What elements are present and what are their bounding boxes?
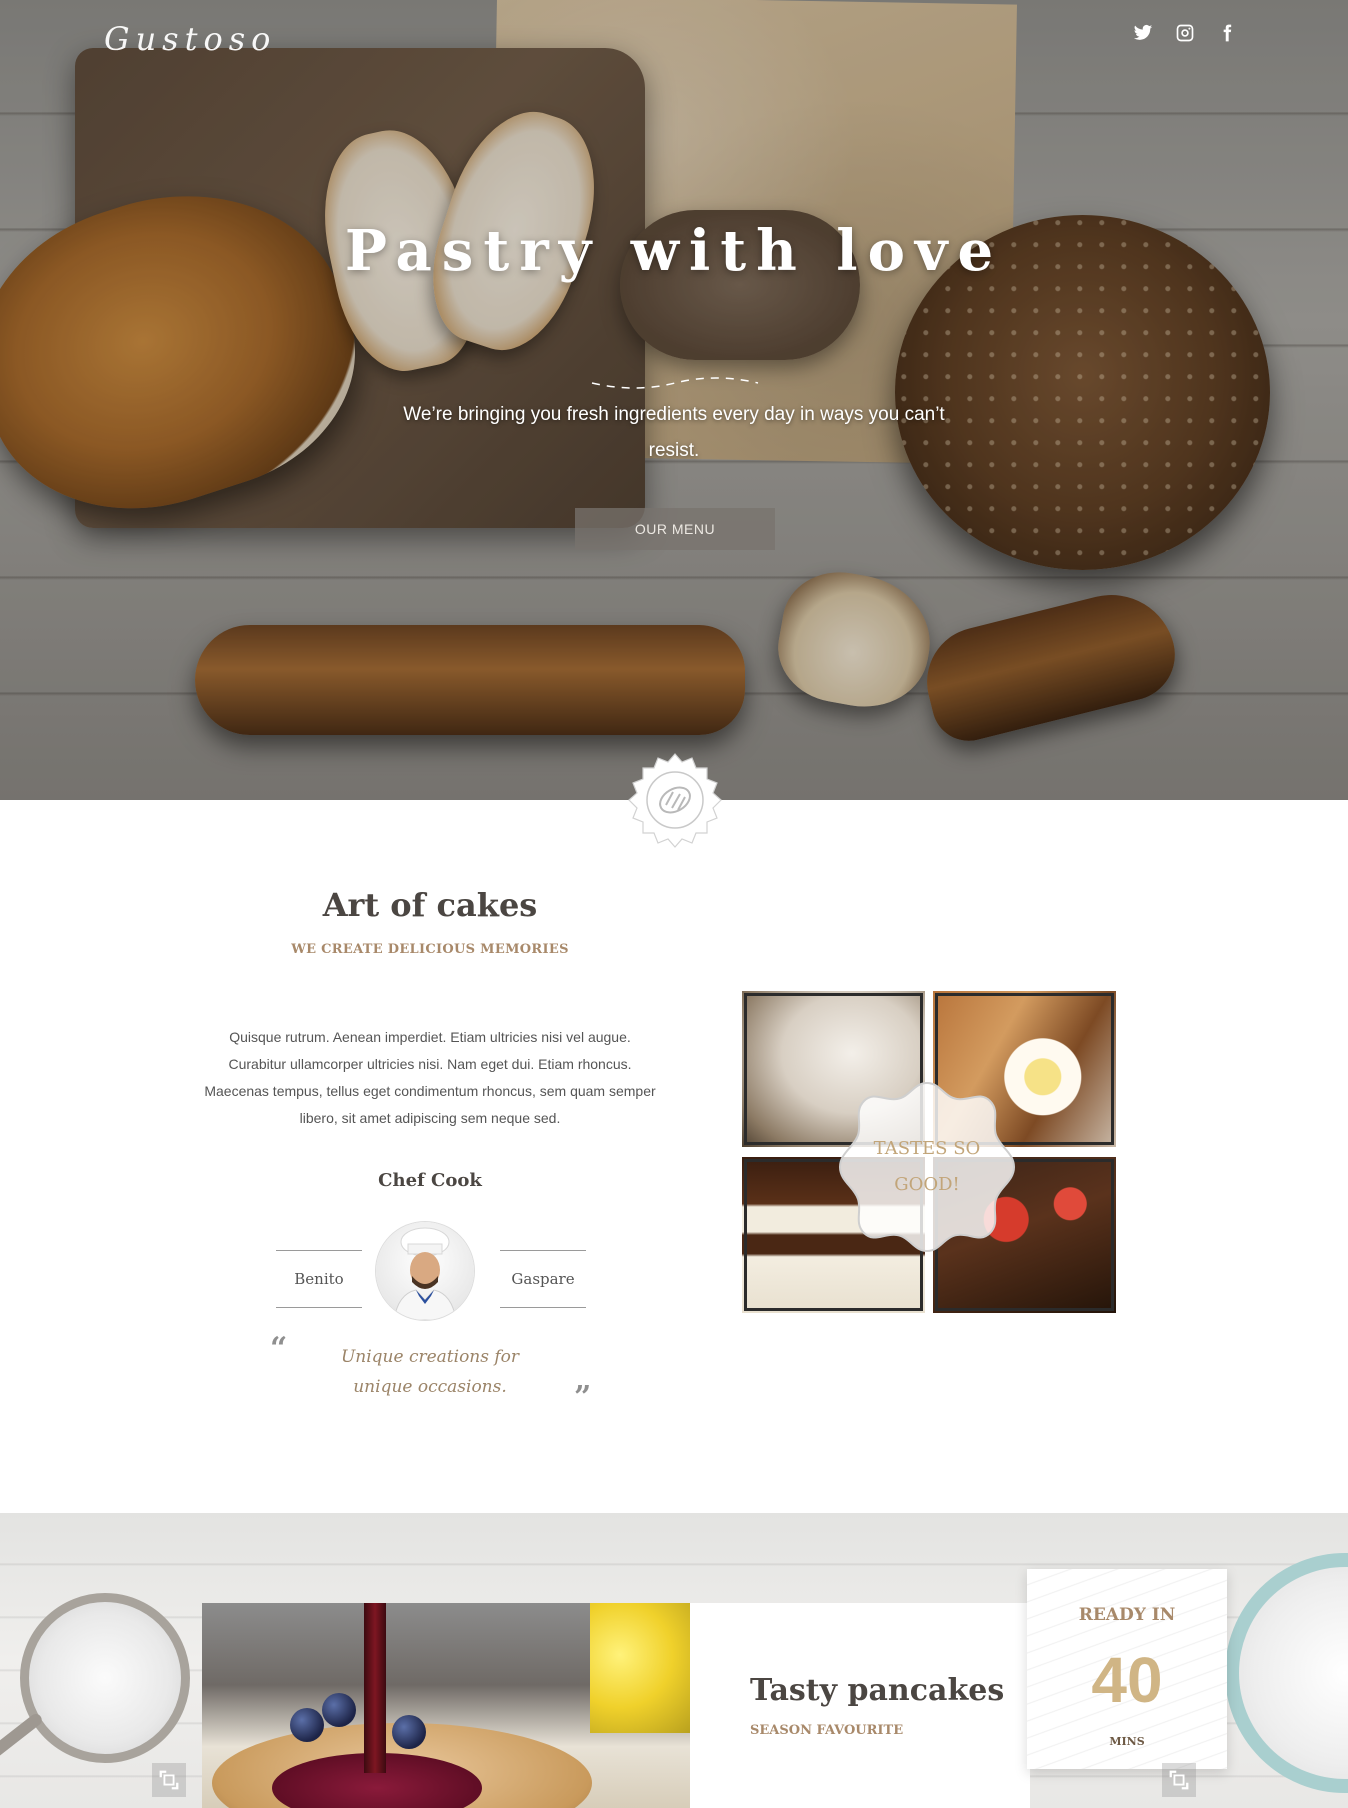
twitter-icon[interactable]: [1132, 22, 1154, 44]
cake-collage: TASTES SO GOOD!: [740, 989, 1118, 1315]
site-logo[interactable]: Gustoso: [104, 20, 276, 58]
about-title: Art of cakes: [322, 886, 538, 924]
chef-heading: Chef Cook: [378, 1170, 482, 1191]
quote-open-icon: “: [270, 1331, 288, 1366]
hero-section: Gustoso Pastry with love We’re bringing …: [0, 0, 1348, 800]
feature-card: Tasty pancakes SEASON FAVOURITE: [690, 1603, 1030, 1808]
hero-divider: [591, 377, 759, 389]
sieve-handle: [0, 1711, 45, 1777]
expand-icon[interactable]: [1162, 1763, 1196, 1797]
bread-seal-icon: [628, 753, 722, 848]
chef-first-name: Benito: [276, 1250, 362, 1308]
blueberry: [392, 1715, 426, 1749]
ready-time-card: READY IN 40 MINS: [1027, 1569, 1227, 1769]
lemon-slice: [590, 1603, 690, 1733]
feature-section: Tasty pancakes SEASON FAVOURITE READY IN…: [0, 1513, 1348, 1808]
hero-subtitle: We’re bringing you fresh ingredients eve…: [403, 404, 945, 461]
tastes-good-badge: TASTES SO GOOD!: [832, 1077, 1022, 1257]
expand-icon[interactable]: [152, 1763, 186, 1797]
ready-unit: MINS: [1109, 1735, 1145, 1748]
blueberry: [322, 1693, 356, 1727]
facebook-icon[interactable]: [1216, 22, 1238, 44]
ready-label: READY IN: [1078, 1605, 1176, 1625]
ready-value: 40: [1091, 1644, 1163, 1716]
feature-subtitle: SEASON FAVOURITE: [750, 1723, 904, 1738]
chef-profile: Benito Gaspare: [276, 1222, 586, 1320]
syrup-stream: [364, 1603, 386, 1773]
sieve-decoration: [20, 1593, 190, 1763]
chef-avatar: [376, 1222, 474, 1320]
about-body-text: Quisque rutrum. Aenean imperdiet. Etiam …: [204, 1029, 656, 1126]
badge-text: TASTES SO GOOD!: [873, 1138, 981, 1195]
chef-last-name: Gaspare: [500, 1250, 586, 1308]
about-subtitle: WE CREATE DELICIOUS MEMORIES: [291, 942, 569, 957]
our-menu-button[interactable]: OUR MENU: [575, 508, 775, 550]
blueberry: [290, 1708, 324, 1742]
instagram-icon[interactable]: [1174, 22, 1196, 44]
pancake-image: [202, 1603, 690, 1808]
quote-close-icon: ”: [574, 1380, 592, 1415]
sugar-bowl-decoration: [1225, 1553, 1348, 1793]
hero-title: Pastry with love: [344, 218, 1004, 284]
feature-title: Tasty pancakes: [750, 1673, 1005, 1708]
social-links: [1132, 22, 1238, 44]
chef-quote: Unique creations for unique occasions.: [340, 1347, 520, 1397]
